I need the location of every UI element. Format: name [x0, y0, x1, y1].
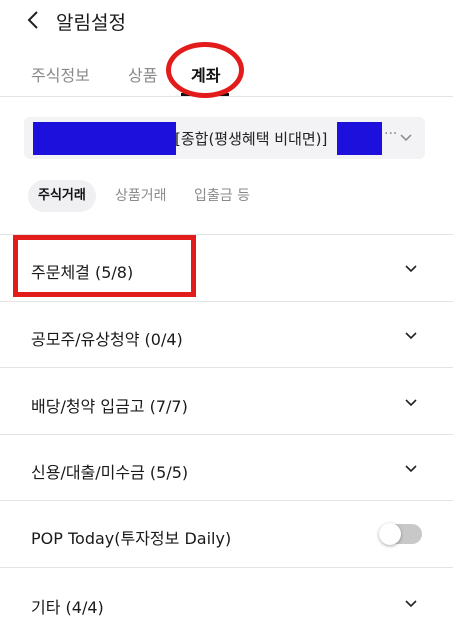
tab-account[interactable]: 계좌: [191, 62, 220, 86]
chevron-down-icon: [405, 399, 417, 407]
chevron-down-icon: [405, 265, 417, 273]
active-tab-indicator: [181, 93, 229, 96]
settings-row-etc[interactable]: 기타 (4/4): [0, 567, 453, 641]
settings-row-dividend-deposit[interactable]: 배당/청약 입금고 (7/7): [0, 367, 453, 435]
account-name: [종합(평생혜택 비대면)]: [175, 130, 328, 148]
back-arrow-icon[interactable]: [24, 10, 44, 30]
row-label: 주문체결 (5/8): [31, 263, 134, 282]
row-label: POP Today(투자정보 Daily): [31, 529, 232, 548]
subtab-stock-trading[interactable]: 주식거래: [28, 180, 96, 212]
toggle-knob: [379, 523, 401, 545]
chevron-down-icon: [405, 332, 417, 340]
tab-stock-info[interactable]: 주식정보: [31, 62, 90, 86]
row-label: 배당/청약 입금고 (7/7): [31, 397, 188, 416]
header: 알림설정: [0, 0, 453, 44]
settings-row-pop-today: POP Today(투자정보 Daily): [0, 500, 453, 568]
settings-row-order-execution[interactable]: 주문체결 (5/8): [0, 234, 453, 302]
chevron-down-icon: [405, 600, 417, 608]
subtab-deposit-withdrawal[interactable]: 입출금 등: [194, 180, 250, 212]
chevron-down-icon: [405, 465, 417, 473]
row-label: 기타 (4/4): [31, 598, 104, 617]
tab-products[interactable]: 상품: [128, 62, 157, 86]
pop-today-toggle[interactable]: [379, 523, 422, 545]
page-title: 알림설정: [56, 12, 126, 34]
subtab-product-trading[interactable]: 상품거래: [115, 180, 167, 212]
row-label: 공모주/유상청약 (0/4): [31, 330, 183, 349]
chevron-down-icon: [400, 134, 412, 142]
settings-row-ipo-subscription[interactable]: 공모주/유상청약 (0/4): [0, 301, 453, 368]
settings-row-credit-loan[interactable]: 신용/대출/미수금 (5/5): [0, 434, 453, 501]
redacted-block: [33, 122, 176, 155]
redacted-block: [337, 122, 382, 155]
ellipsis-icon: ···: [384, 126, 398, 142]
tab-bar: 주식정보 상품 계좌: [0, 52, 453, 97]
subtab-bar: 주식거래 상품거래 입출금 등: [0, 180, 453, 212]
account-selector[interactable]: [종합(평생혜택 비대면)] ···: [24, 117, 425, 159]
row-label: 신용/대출/미수금 (5/5): [31, 463, 189, 482]
